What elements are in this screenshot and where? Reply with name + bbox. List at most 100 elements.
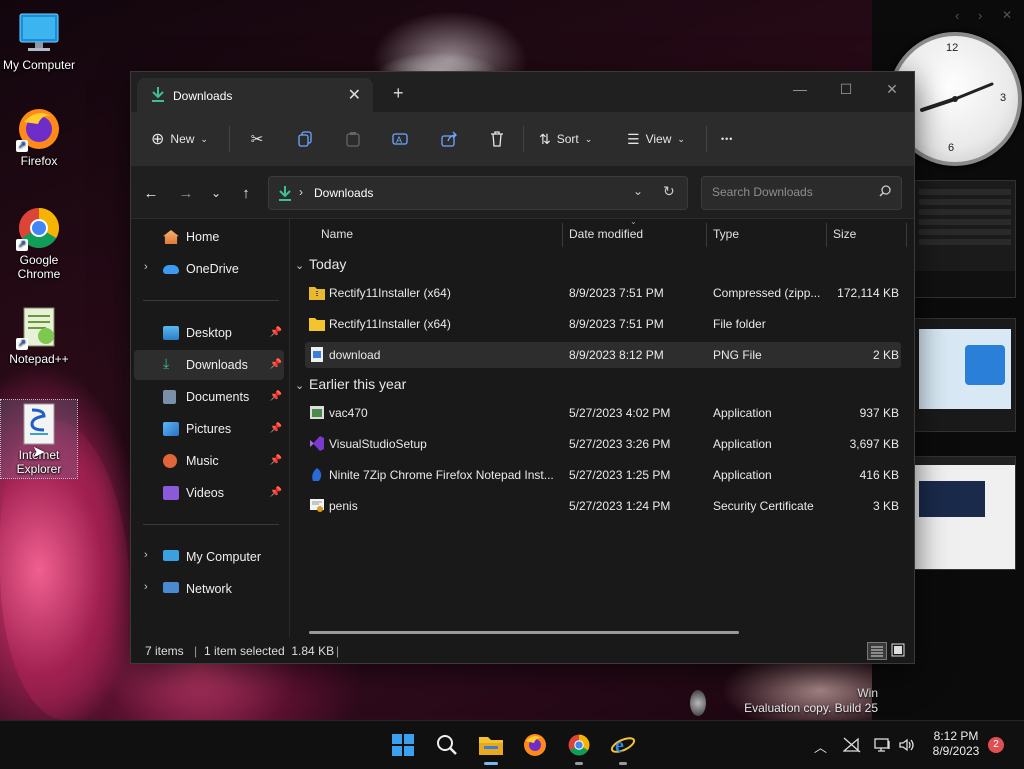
group-header-earlier-this-year[interactable]: ⌄ Earlier this year [295, 376, 406, 392]
column-divider[interactable] [562, 223, 563, 247]
file-row[interactable]: Rectify11Installer (x64) 8/9/2023 7:51 P… [305, 311, 901, 337]
column-divider[interactable] [706, 223, 707, 247]
nav-item-network[interactable]: › Network [134, 574, 284, 604]
close-window-button[interactable]: ✕ [869, 76, 915, 102]
nav-label: My Computer [186, 550, 262, 564]
display-network-icon[interactable] [874, 737, 892, 756]
pin-icon[interactable]: 📌 [270, 327, 282, 338]
sort-button[interactable]: ⇅ Sort ⌄ [539, 124, 592, 154]
view-button-label: View [645, 132, 672, 146]
file-row[interactable]: Ninite 7Zip Chrome Firefox Notepad Inst.… [305, 462, 901, 488]
desktop-icon-notepad-plus-plus[interactable]: ↗ Notepad++ [1, 304, 77, 366]
new-tab-button[interactable]: + [393, 84, 404, 102]
nav-item-pictures[interactable]: Pictures 📌 [134, 414, 284, 444]
details-view-icon[interactable] [867, 642, 887, 660]
pin-icon[interactable]: 📌 [270, 487, 282, 498]
breadcrumb-downloads[interactable]: Downloads [314, 186, 373, 200]
refresh-icon[interactable]: ↻ [663, 183, 675, 200]
desktop-icon-firefox[interactable]: ↗ Firefox [1, 106, 77, 168]
search-icon[interactable] [879, 185, 891, 200]
column-header-size[interactable]: Size [833, 227, 856, 241]
pictures-icon [163, 422, 179, 436]
taskbar-firefox[interactable] [521, 731, 549, 759]
new-button[interactable]: ⊕ New ⌄ [151, 124, 208, 154]
nav-item-onedrive[interactable]: › OneDrive [134, 254, 284, 284]
file-row-selected[interactable]: download 8/9/2023 8:12 PM PNG File 2 KB [305, 342, 901, 368]
pin-icon[interactable]: 📌 [270, 423, 282, 434]
minimize-button[interactable]: — [777, 76, 823, 102]
taskbar-internet-explorer[interactable]: e [609, 731, 637, 765]
nav-item-my-computer[interactable]: › My Computer [134, 542, 284, 572]
chevron-right-icon[interactable]: › [144, 261, 148, 273]
file-row[interactable]: vac470 5/27/2023 4:02 PM Application 937… [305, 400, 901, 426]
title-bar[interactable]: Downloads ✕ + — ☐ ✕ [131, 72, 914, 112]
delete-icon[interactable] [484, 126, 510, 152]
column-header-type[interactable]: Type [713, 227, 739, 241]
address-dropdown-icon[interactable]: ⌄ [633, 184, 643, 198]
pin-icon[interactable]: 📌 [270, 391, 282, 402]
group-header-today[interactable]: ⌄ Today [295, 256, 346, 272]
paste-icon[interactable] [340, 126, 366, 152]
column-divider[interactable] [826, 223, 827, 247]
taskbar-file-explorer[interactable] [477, 731, 505, 765]
search-box[interactable] [701, 176, 902, 210]
windows-logo-icon [392, 734, 414, 756]
horizontal-scrollbar[interactable] [309, 631, 739, 634]
taskbar-chrome[interactable] [565, 731, 593, 765]
nav-item-documents[interactable]: Documents 📌 [134, 382, 284, 412]
file-row[interactable]: penis 5/27/2023 1:24 PM Security Certifi… [305, 493, 901, 519]
address-bar[interactable]: › Downloads ⌄ ↻ [268, 176, 688, 210]
search-input[interactable] [710, 184, 874, 200]
system-clock[interactable]: 8:12 PM 8/9/2023 [926, 729, 986, 759]
chevron-right-icon[interactable]: › [144, 581, 148, 593]
recent-locations-chevron-icon[interactable]: ⌄ [205, 182, 227, 204]
column-header-name[interactable]: Name [321, 227, 353, 241]
pin-icon[interactable]: 📌 [270, 455, 282, 466]
view-list-icon: ☰ [627, 130, 640, 147]
taskbar-search-button[interactable] [433, 731, 461, 759]
close-tab-icon[interactable]: ✕ [348, 85, 361, 105]
more-options-button[interactable]: ••• [721, 124, 733, 154]
nav-item-downloads[interactable]: ⤓ Downloads 📌 [134, 350, 284, 380]
gadget-prev-icon[interactable]: ‹ [955, 8, 959, 23]
chevron-right-icon[interactable]: › [144, 549, 148, 561]
up-arrow-icon[interactable]: ↑ [235, 182, 257, 204]
desktop-icon-google-chrome[interactable]: ↗ Google Chrome [1, 205, 77, 281]
forward-arrow-icon[interactable]: → [175, 182, 197, 204]
maximize-button[interactable]: ☐ [823, 76, 869, 102]
nav-item-desktop[interactable]: Desktop 📌 [134, 318, 284, 348]
pin-icon[interactable]: 📌 [270, 359, 282, 370]
svg-text:e: e [615, 735, 624, 757]
gadget-next-icon[interactable]: › [978, 8, 982, 23]
file-row[interactable]: VisualStudioSetup 5/27/2023 3:26 PM Appl… [305, 431, 901, 457]
column-header-date[interactable]: Date modified [569, 227, 643, 241]
share-icon[interactable] [436, 126, 462, 152]
volume-icon[interactable] [898, 737, 916, 756]
file-type: File folder [713, 317, 766, 331]
copy-icon[interactable] [292, 126, 318, 152]
column-divider[interactable] [906, 223, 907, 247]
tiles-view-icon[interactable] [890, 642, 906, 658]
zip-folder-icon [309, 287, 325, 300]
tab-downloads[interactable]: Downloads ✕ [137, 78, 373, 112]
notification-badge[interactable]: 2 [988, 737, 1004, 753]
file-date: 8/9/2023 7:51 PM [569, 286, 664, 300]
rename-icon[interactable]: A [388, 126, 414, 152]
window-thumbnail[interactable] [914, 180, 1016, 298]
gadget-close-icon[interactable]: ✕ [1002, 8, 1012, 22]
nav-item-home[interactable]: Home [134, 222, 284, 252]
window-thumbnail[interactable] [914, 318, 1016, 432]
file-date: 8/9/2023 7:51 PM [569, 317, 664, 331]
desktop-icon-internet-explorer[interactable]: Internet Explorer [0, 399, 78, 479]
nav-item-videos[interactable]: Videos 📌 [134, 478, 284, 508]
back-arrow-icon[interactable]: ← [140, 182, 162, 204]
nav-item-music[interactable]: Music 📌 [134, 446, 284, 476]
show-hidden-icons-chevron[interactable]: ︿ [814, 737, 827, 756]
start-button[interactable] [389, 731, 417, 759]
desktop-icon-my-computer[interactable]: My Computer [1, 10, 77, 72]
file-row[interactable]: Rectify11Installer (x64) 8/9/2023 7:51 P… [305, 280, 901, 306]
network-disconnected-icon[interactable] [842, 737, 861, 756]
cut-icon[interactable]: ✂ [244, 126, 270, 152]
window-thumbnail[interactable] [914, 456, 1016, 570]
view-button[interactable]: ☰ View ⌄ [627, 124, 685, 154]
